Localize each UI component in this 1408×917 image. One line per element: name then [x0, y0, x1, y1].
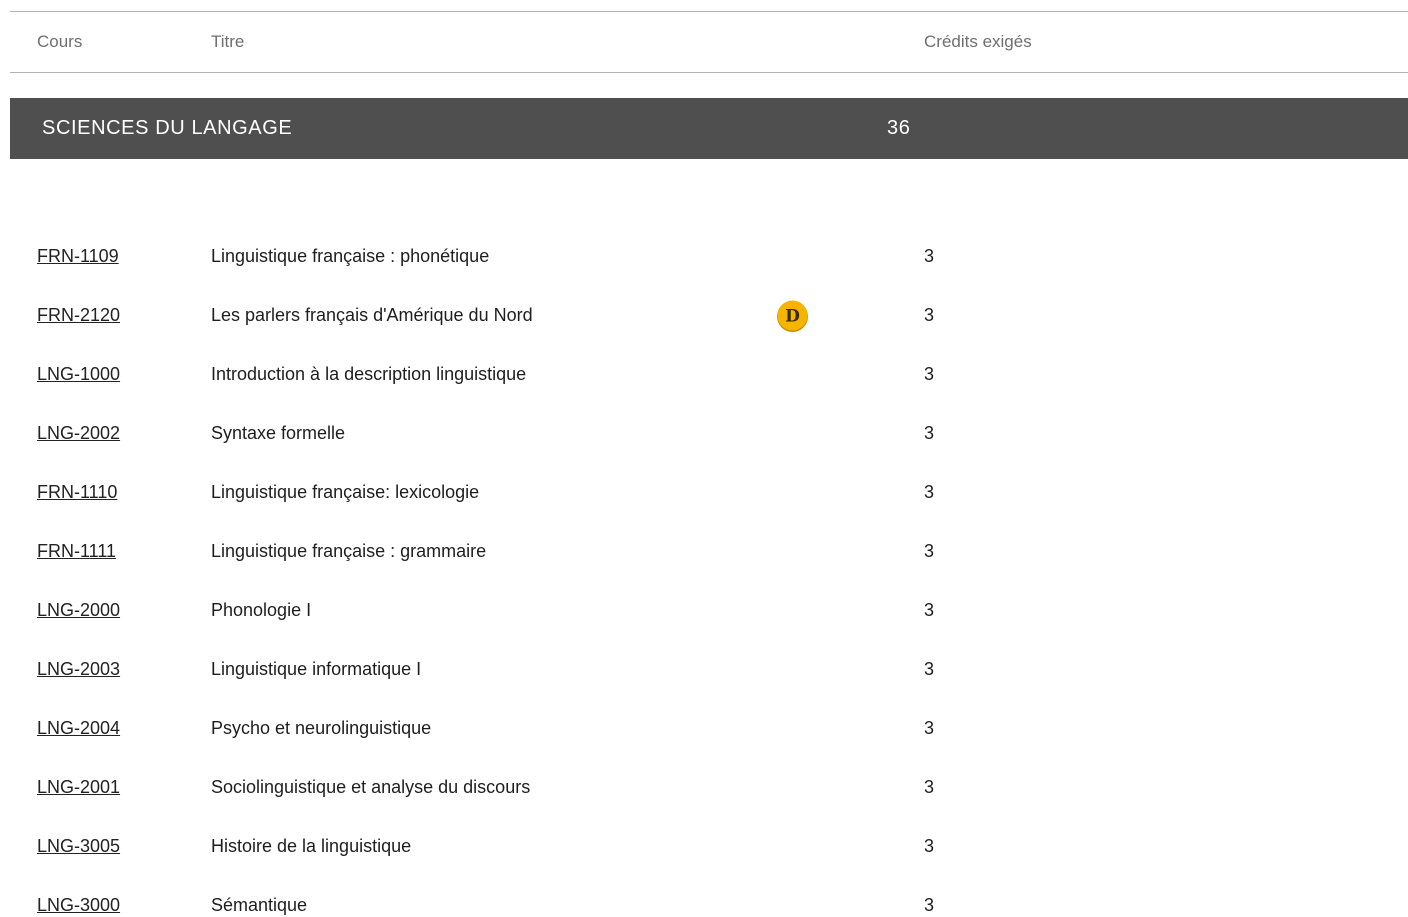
course-credits: 3 — [924, 541, 935, 561]
course-code-link[interactable]: FRN-1110 — [37, 463, 117, 522]
course-code-link[interactable]: FRN-2120 — [37, 286, 120, 345]
table-row: FRN-2120 Les parlers français d'Amérique … — [10, 286, 1408, 345]
course-title: Psycho et neurolinguistique — [211, 718, 432, 738]
course-title: Syntaxe formelle — [211, 423, 346, 443]
course-title: Sociolinguistique et analyse du discours — [211, 777, 531, 797]
table-row: LNG-2003 Linguistique informatique I 3 — [10, 640, 1408, 699]
course-code-link[interactable]: LNG-3000 — [37, 876, 120, 917]
course-credits: 3 — [924, 600, 935, 620]
column-header-title: Titre — [211, 32, 245, 51]
course-table-body: FRN-1109 Linguistique française : phonéti… — [10, 227, 1408, 917]
course-code-link[interactable]: LNG-1000 — [37, 345, 120, 404]
course-title: Histoire de la linguistique — [211, 836, 412, 856]
table-row: LNG-2000 Phonologie I 3 — [10, 581, 1408, 640]
course-title: Les parlers français d'Amérique du Nord — [211, 305, 533, 325]
course-title: Linguistique française : phonétique — [211, 246, 490, 266]
course-title: Phonologie I — [211, 600, 312, 620]
course-credits: 3 — [924, 246, 935, 266]
course-title: Linguistique française: lexicologie — [211, 482, 480, 502]
course-code-link[interactable]: LNG-2002 — [37, 404, 120, 463]
course-credits: 3 — [924, 777, 935, 797]
course-credits: 3 — [924, 895, 935, 915]
course-credits: 3 — [924, 482, 935, 502]
course-title: Linguistique française : grammaire — [211, 541, 487, 561]
course-credits: 3 — [924, 836, 935, 856]
course-code-link[interactable]: LNG-2001 — [37, 758, 120, 817]
table-row: LNG-2002 Syntaxe formelle 3 — [10, 404, 1408, 463]
course-credits: 3 — [924, 305, 935, 325]
column-header-course: Cours — [37, 32, 83, 51]
table-row: LNG-3005 Histoire de la linguistique 3 — [10, 817, 1408, 876]
distance-course-badge-icon[interactable]: D — [776, 299, 809, 332]
course-credits: 3 — [924, 364, 935, 384]
course-code-link[interactable]: FRN-1111 — [37, 522, 116, 581]
table-row: LNG-3000 Sémantique 3 — [10, 876, 1408, 917]
course-credits: 3 — [924, 423, 935, 443]
course-list-page: Cours Titre Crédits exigés SCIENCES DU L… — [0, 0, 1408, 917]
table-header: Cours Titre Crédits exigés — [10, 11, 1408, 73]
table-row: FRN-1111 Linguistique française : grammai… — [10, 522, 1408, 581]
section-title: SCIENCES DU LANGAGE — [42, 117, 293, 139]
course-code-link[interactable]: LNG-2003 — [37, 640, 120, 699]
course-code-link[interactable]: FRN-1109 — [37, 227, 119, 286]
table-row: FRN-1109 Linguistique française : phonéti… — [10, 227, 1408, 286]
table-row: LNG-2004 Psycho et neurolinguistique 3 — [10, 699, 1408, 758]
course-code-link[interactable]: LNG-2004 — [37, 699, 120, 758]
course-credits: 3 — [924, 718, 935, 738]
course-title: Linguistique informatique I — [211, 659, 422, 679]
section-header: SCIENCES DU LANGAGE 36 — [10, 98, 1408, 159]
table-row: FRN-1110 Linguistique française: lexicolo… — [10, 463, 1408, 522]
column-header-credits: Crédits exigés — [924, 32, 1032, 51]
course-code-link[interactable]: LNG-2000 — [37, 581, 120, 640]
section-credits: 36 — [887, 117, 911, 139]
course-title: Sémantique — [211, 895, 308, 915]
course-code-link[interactable]: LNG-3005 — [37, 817, 120, 876]
course-credits: 3 — [924, 659, 935, 679]
course-title: Introduction à la description linguistiq… — [211, 364, 527, 384]
table-row: LNG-1000 Introduction à la description li… — [10, 345, 1408, 404]
badge-letter: D — [785, 307, 800, 327]
table-row: LNG-2001 Sociolinguistique et analyse du … — [10, 758, 1408, 817]
